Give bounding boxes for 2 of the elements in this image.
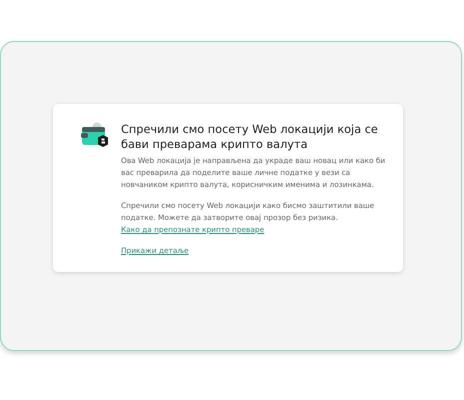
dialog-title: Спречили смо посету Web локацији која се бави преварама крипто валута: [121, 122, 379, 152]
wallet-icon: [81, 122, 111, 150]
